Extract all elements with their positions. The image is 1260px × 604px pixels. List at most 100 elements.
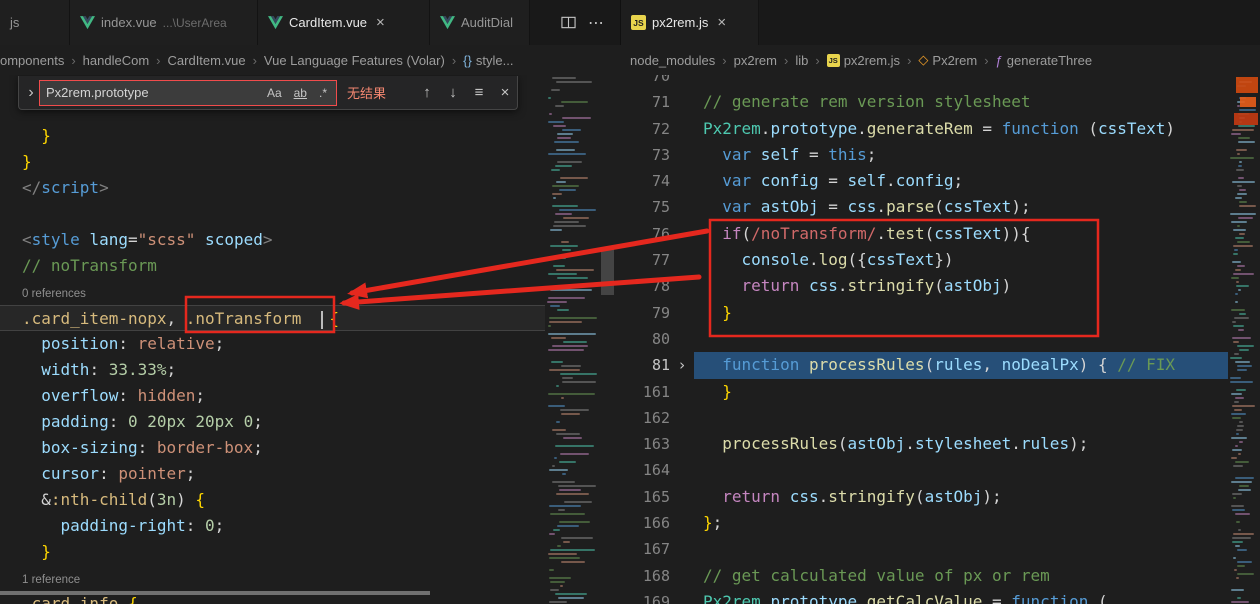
code-line[interactable]: overflow: hidden; [0,383,545,409]
code-line-165[interactable]: 165 return css.stringify(astObj); [620,484,1228,510]
right-breadcrumb: node_modules › px2rem › lib › JS px2rem.js › ◇ Px2… [630,45,1092,75]
breadcrumb-separator: › [252,52,257,68]
more-actions-icon[interactable]: ⋯ [588,13,604,33]
breadcrumb-item-CardItem.vue[interactable]: CardItem.vue [168,53,246,68]
breadcrumb-item-omponents[interactable]: omponents [0,53,64,68]
code-line-72[interactable]: 72 Px2rem.prototype.generateRem = functio… [620,116,1228,142]
code-line-81[interactable]: 81 › function processRules(rules, noDealP… [620,352,1228,379]
code-line-161[interactable]: 161 } [620,379,1228,405]
left-editor-horizontal-scrollbar[interactable] [0,591,430,595]
regex-toggle[interactable]: .* [316,85,330,101]
breadcrumb-separator: › [451,52,457,68]
breadcrumb-item-lib[interactable]: lib [795,53,808,68]
code-line-80[interactable]: 80 [620,326,1228,352]
codelens[interactable]: 0 references [0,279,545,305]
breadcrumb-item-handleCom[interactable]: handleCom [83,53,150,68]
editor-actions: ⋯ [530,0,620,45]
close-tab-icon[interactable]: × [376,14,385,31]
tab-CardItem.vue[interactable]: CardItem.vue × [258,0,430,45]
breadcrumb-item-Px2rem[interactable]: ◇ Px2rem [918,52,977,68]
braces-symbol-icon: {} [463,52,472,68]
breadcrumb-separator: › [71,52,76,68]
code-line-76[interactable]: 76 if(/noTransform/.test(cssText)){ [620,221,1228,247]
code-line[interactable]: cursor: pointer; [0,461,545,487]
code-line[interactable]: padding-right: 0; [0,513,545,539]
code-line[interactable]: padding: 0 20px 20px 0; [0,409,545,435]
code-line-169[interactable]: 169 Px2rem.prototype.getCalcValue = funct… [620,589,1228,604]
code-line-163[interactable]: 163 processRules(astObj.stylesheet.rules… [620,431,1228,457]
vue-icon [268,15,283,30]
code-line-74[interactable]: 74 var config = self.config; [620,168,1228,194]
code-line-164[interactable]: 164 [620,457,1228,483]
breadcrumb-item-generateThree[interactable]: ƒ generateThree [996,53,1093,68]
split-editor-icon[interactable] [561,15,576,30]
code-line[interactable]: // noTransform [0,253,545,279]
line-number: 78 [651,277,670,296]
code-line[interactable]: <style lang="scss" scoped> [0,227,545,253]
match-case-toggle[interactable]: Aa [264,85,285,101]
code-line-79[interactable]: 79 } [620,300,1228,326]
tab-label: px2rem.js [652,15,709,30]
code-line[interactable] [0,201,545,227]
previous-match-icon[interactable]: ↑ [415,81,439,105]
left-editor-scrollbar[interactable] [601,75,614,604]
left-tab-group: js index.vue ...\UserArea CardItem.vue × Audi… [0,0,530,45]
code-line[interactable]: .card_item-nopx, .noTransform{ [0,305,545,331]
find-in-selection-icon[interactable]: ≡ [467,81,491,105]
code-line[interactable]: } [0,149,545,175]
line-number: 75 [651,198,670,217]
close-tab-icon[interactable]: × [717,14,726,31]
line-number: 161 [642,382,670,401]
breadcrumb-item-Vue Language Features (Volar)[interactable]: Vue Language Features (Volar) [264,53,445,68]
code-line-75[interactable]: 75 var astObj = css.parse(cssText); [620,194,1228,220]
tab-label: CardItem.vue [289,15,368,30]
line-number: 76 [651,224,670,243]
breadcrumb-item-style...[interactable]: {} style... [463,53,513,68]
code-line[interactable]: } [0,539,545,565]
code-line[interactable]: width: 33.33%; [0,357,545,383]
code-line-162[interactable]: 162 [620,405,1228,431]
scrollbar-thumb[interactable] [601,247,614,295]
right-editor-pane: 70 71// generate rem version stylesheet 72… [620,75,1260,604]
code-line[interactable]: position: relative; [0,331,545,357]
find-input[interactable]: Px2rem.prototype Aa ab .* [39,79,337,106]
code-line-77[interactable]: 77 console.log({cssText}) [620,247,1228,273]
line-number: 168 [642,566,670,585]
breadcrumb-item-node_modules[interactable]: node_modules [630,53,715,68]
code-line-73[interactable]: 73 var self = this; [620,142,1228,168]
right-minimap[interactable] [1228,75,1260,604]
toggle-replace-icon[interactable]: › [23,84,39,102]
code-line-167[interactable]: 167 [620,536,1228,562]
line-number: 77 [651,251,670,270]
tab-AuditDial[interactable]: AuditDial [430,0,530,45]
fold-chevron-icon[interactable]: › [670,352,694,378]
tab-label: js [10,15,20,30]
next-match-icon[interactable]: ↓ [441,81,465,105]
whole-word-toggle[interactable]: ab [291,85,310,101]
line-number: 80 [651,329,670,348]
line-number: 164 [642,461,670,480]
tab-px2rem.js[interactable]: JS px2rem.js × [621,0,759,45]
breadcrumb-item-px2rem.js[interactable]: JS px2rem.js [826,53,900,68]
code-line[interactable]: &:nth-child(3n) { [0,487,545,513]
method-symbol-icon: ƒ [995,52,1003,68]
tab-index.vue[interactable]: index.vue ...\UserArea [70,0,258,45]
code-line-78[interactable]: 78 return css.stringify(astObj) [620,273,1228,299]
code-line-71[interactable]: 71// generate rem version stylesheet [620,89,1228,115]
breadcrumb-item-px2rem[interactable]: px2rem [734,53,777,68]
vue-icon [80,15,95,30]
code-line-166[interactable]: 166}; [620,510,1228,536]
tab-label: AuditDial [461,15,514,30]
breadcrumb-separator: › [907,52,912,68]
line-number: 81 [651,356,670,375]
code-line-70[interactable]: 70 [620,75,1228,89]
code-line[interactable]: </script> [0,175,545,201]
line-number: 167 [642,540,670,559]
left-minimap[interactable] [545,75,601,604]
codelens[interactable]: 1 reference [0,565,545,591]
tab-js[interactable]: js [0,0,70,45]
code-line-168[interactable]: 168// get calculated value of px or rem [620,563,1228,589]
close-find-icon[interactable]: × [493,81,517,105]
code-line[interactable]: } [0,123,545,149]
code-line[interactable]: box-sizing: border-box; [0,435,545,461]
